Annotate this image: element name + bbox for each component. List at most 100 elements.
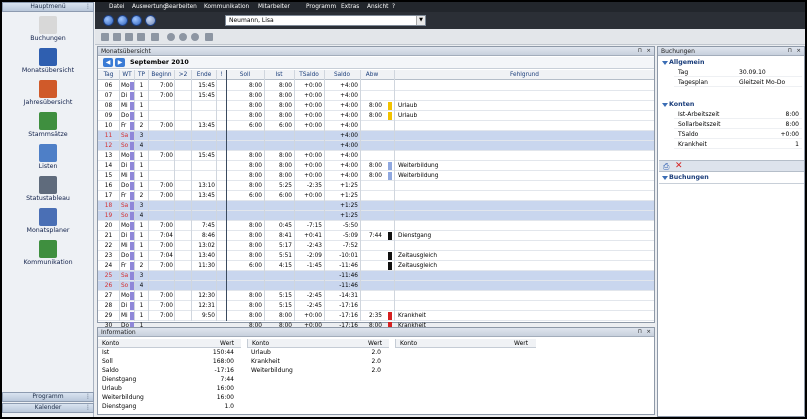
column-header-tp[interactable]: TP xyxy=(135,70,148,80)
table-row[interactable]: 11 Sa 3 +4:00 xyxy=(98,131,654,141)
table-row[interactable]: 27 Mo 1 7:00 12:30 8:00 5:15 -2:45 -14:31 xyxy=(98,291,654,301)
search-icon[interactable] xyxy=(167,33,175,41)
refresh-icon[interactable] xyxy=(131,15,142,26)
menu-item-bearbeiten[interactable]: Bearbeiten xyxy=(165,2,197,12)
cell-ist xyxy=(265,131,293,141)
table-row[interactable]: 25 Sa 3 -11:46 xyxy=(98,271,654,281)
sidebar-item-kommunikation[interactable]: Kommunikation xyxy=(4,240,92,266)
main-menu-header[interactable]: Hauptmenü ⋮ xyxy=(2,2,94,12)
pin-icon[interactable]: ⊓ xyxy=(638,328,642,337)
next-record-icon[interactable] xyxy=(125,33,133,41)
table-row[interactable]: 21 Di 1 7:04 8:46 8:00 8:41 +0:41 -5:09 7:44 Diens… xyxy=(98,231,654,241)
table-row[interactable]: 08 Mi 1 8:00 8:00 +0:00 +4:00 8:00 Urlaub xyxy=(98,101,654,111)
table-row[interactable]: 19 So 4 +1:25 xyxy=(98,211,654,221)
next-month-button[interactable]: ▶ xyxy=(115,58,125,67)
sidebar-item-jahresübersicht[interactable]: Jahresübersicht xyxy=(4,80,92,106)
table-row[interactable]: 14 Di 1 8:00 8:00 +0:00 +4:00 8:00 Weiterbildung xyxy=(98,161,654,171)
section-konten[interactable]: Konten xyxy=(659,100,804,109)
column-header-beginn[interactable]: Beginn xyxy=(149,70,174,80)
last-record-icon[interactable] xyxy=(137,33,145,41)
close-icon[interactable]: × xyxy=(796,47,801,56)
table-row[interactable]: 15 Mi 1 8:00 8:00 +0:00 +4:00 8:00 Weiterbildung xyxy=(98,171,654,181)
person-icon[interactable] xyxy=(145,15,156,26)
table-row[interactable]: 13 Mo 1 7:00 15:45 8:00 8:00 +0:00 +4:00 xyxy=(98,151,654,161)
chevron-down-icon[interactable]: ▼ xyxy=(416,16,425,25)
sidebar-item-listen[interactable]: Listen xyxy=(4,144,92,170)
sidebar-item-stammsätze[interactable]: Stammsätze xyxy=(4,112,92,138)
column-header-ist[interactable]: Ist xyxy=(265,70,293,80)
table-row[interactable]: 07 Di 1 7:00 15:45 8:00 8:00 +0:00 +4:00 xyxy=(98,91,654,101)
column-header-tsaldo[interactable]: TSaldo xyxy=(295,70,323,80)
column-header-tag[interactable]: Tag xyxy=(99,70,118,80)
sidebar-item-monatsübersicht[interactable]: Monatsübersicht xyxy=(4,48,92,74)
first-record-icon[interactable] xyxy=(101,33,109,41)
table-row[interactable]: 29 Mi 1 7:00 9:50 8:00 8:00 +0:00 -17:16 2:35 Kran… xyxy=(98,311,654,321)
menu-item-?[interactable]: ? xyxy=(392,2,395,12)
table-row[interactable]: 23 Do 1 7:04 13:40 8:00 5:51 -2:09 -10:01 Zeitaus… xyxy=(98,251,654,261)
menu-item-ansicht[interactable]: Ansicht xyxy=(367,2,388,12)
column-header-ende[interactable]: Ende xyxy=(192,70,216,80)
menu-item-datei[interactable]: Datei xyxy=(109,2,124,12)
column-header-fehl[interactable]: Fehlgrund xyxy=(395,70,654,80)
column-divider xyxy=(148,70,149,321)
table-row[interactable]: 28 Di 1 7:00 12:31 8:00 5:15 -2:45 -17:16 xyxy=(98,301,654,311)
menu-item-programm[interactable]: Programm xyxy=(306,2,336,12)
column-header-wt[interactable]: WT xyxy=(120,70,134,80)
column-header-soll[interactable]: Soll xyxy=(227,70,263,80)
zoom-out-icon[interactable] xyxy=(191,33,199,41)
table-row[interactable]: 18 Sa 3 +1:25 xyxy=(98,201,654,211)
menu-item-extras[interactable]: Extras xyxy=(341,2,359,12)
cell-tag: 07 xyxy=(104,93,113,99)
table-row[interactable]: 16 Do 1 7:00 13:10 8:00 5:25 -2:35 +1:25 xyxy=(98,181,654,191)
column-header-saldo[interactable]: Saldo xyxy=(325,70,359,80)
cell-tsaldo: +0:00 xyxy=(304,313,322,319)
table-row[interactable]: 12 So 4 +4:00 xyxy=(98,141,654,151)
edit-icon[interactable] xyxy=(151,33,159,41)
previous-record-icon[interactable] xyxy=(113,33,121,41)
column-header-gt2[interactable]: >2 xyxy=(175,70,191,80)
table-row[interactable]: 10 Fr 2 7:00 13:45 6:00 6:00 +0:00 +4:00 xyxy=(98,121,654,131)
previous-month-button[interactable]: ◀ xyxy=(103,58,113,67)
program-header[interactable]: Programm ⋮ xyxy=(2,392,94,402)
status-board-icon xyxy=(39,176,57,194)
delete-icon[interactable]: ✕ xyxy=(675,161,683,171)
cell-beginn xyxy=(149,281,174,291)
employee-select[interactable]: Neumann, Lisa ▼ xyxy=(225,15,426,26)
close-icon[interactable]: × xyxy=(646,328,651,337)
cell-soll: 8:00 xyxy=(248,223,262,229)
menu-item-auswertung[interactable]: Auswertung xyxy=(132,2,167,12)
pin-icon[interactable]: ⋮ xyxy=(85,393,91,401)
print-icon[interactable] xyxy=(205,33,213,41)
section-allgemein[interactable]: Allgemein xyxy=(659,58,804,67)
pin-icon[interactable]: ⋮ xyxy=(85,404,91,412)
column-header-abw[interactable]: Abw xyxy=(361,70,383,80)
table-row[interactable]: 24 Fr 2 7:00 11:30 6:00 4:15 -1:45 -11:46 Zeitaus… xyxy=(98,261,654,271)
table-row[interactable]: 09 Do 1 8:00 8:00 +0:00 +4:00 8:00 Urlaub xyxy=(98,111,654,121)
cell-abw xyxy=(361,211,383,221)
section-buchungen[interactable]: Buchungen xyxy=(659,173,804,182)
menu-item-kommunikation[interactable]: Kommunikation xyxy=(204,2,249,12)
table-row[interactable]: 20 Mo 1 7:00 7:45 8:00 0:45 -7:15 -5:50 xyxy=(98,221,654,231)
pin-icon[interactable]: ⊓ xyxy=(788,47,792,56)
forward-icon[interactable] xyxy=(117,15,128,26)
cell-tag: 20 xyxy=(104,223,113,229)
column-header-ex[interactable]: ! xyxy=(217,70,226,80)
table-row[interactable]: 06 Mo 1 7:00 15:45 8:00 8:00 +0:00 +4:00 xyxy=(98,81,654,91)
table-row[interactable]: 22 Mi 1 7:00 13:02 8:00 5:17 -2:43 -7:52 xyxy=(98,241,654,251)
sidebar-item-monatsplaner[interactable]: Monatsplaner xyxy=(4,208,92,234)
info-row-konto: Dienstgang xyxy=(102,376,137,383)
pin-icon[interactable]: ⊓ xyxy=(638,47,642,56)
close-icon[interactable]: × xyxy=(646,47,651,56)
calendar-header[interactable]: Kalender ⋮ xyxy=(2,403,94,413)
print-icon[interactable]: ⎙ xyxy=(663,162,669,172)
pin-icon[interactable]: ⋮ xyxy=(85,3,91,11)
table-row[interactable]: 17 Fr 2 7:00 13:45 6:00 6:00 +0:00 +1:25 xyxy=(98,191,654,201)
sidebar-item-buchungen[interactable]: Buchungen xyxy=(4,16,92,42)
cell-tp: 3 xyxy=(139,203,144,209)
sidebar-item-statustableau[interactable]: Statustableau xyxy=(4,176,92,202)
menu-item-mitarbeiter[interactable]: Mitarbeiter xyxy=(258,2,290,12)
table-row[interactable]: 26 So 4 -11:46 xyxy=(98,281,654,291)
back-icon[interactable] xyxy=(103,15,114,26)
zoom-in-icon[interactable] xyxy=(179,33,187,41)
cell-beginn: 7:00 xyxy=(159,193,173,199)
